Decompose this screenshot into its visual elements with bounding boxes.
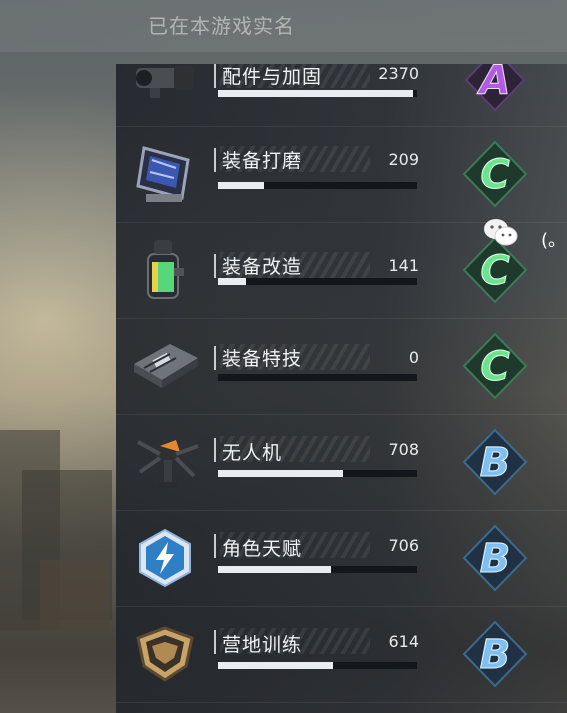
drone-icon	[130, 426, 200, 496]
label-divider	[214, 148, 216, 172]
upgrade-row[interactable]: 营地训练 614 B	[116, 606, 567, 703]
item-label: 装备特技	[222, 348, 303, 370]
label-divider	[214, 438, 216, 462]
grade-c-icon: C	[458, 138, 532, 210]
top-tip-text: 已在本游戏实名	[148, 14, 295, 38]
item-value: 614	[388, 632, 419, 651]
grade-letter: B	[480, 536, 511, 582]
item-label: 装备打磨	[222, 150, 303, 172]
grade-letter: B	[480, 632, 511, 678]
progress-bar	[218, 182, 417, 189]
upgrade-row[interactable]: 装备打磨 209 C	[116, 126, 567, 223]
camp-badge-icon	[130, 618, 200, 688]
item-value: 209	[388, 150, 419, 169]
item-label: 配件与加固	[222, 66, 323, 88]
chip-icon	[130, 330, 200, 400]
grade-letter: C	[480, 344, 509, 390]
upgrade-row[interactable]: 装备特技 0 C	[116, 318, 567, 415]
side-text: (。	[541, 230, 567, 251]
lightning-hex-icon	[130, 522, 200, 592]
grade-letter: B	[480, 440, 511, 486]
progress-fill	[218, 182, 264, 189]
label-divider	[214, 64, 216, 88]
item-value: 141	[388, 256, 419, 275]
item-value: 2370	[378, 64, 419, 83]
grade-b-icon: B	[458, 522, 532, 594]
grade-b-icon: B	[458, 426, 532, 498]
progress-bar	[218, 278, 417, 285]
progress-fill	[218, 662, 334, 669]
item-label: 装备改造	[222, 256, 303, 278]
progress-bar	[218, 374, 417, 381]
item-label: 营地训练	[222, 634, 303, 656]
canister-icon	[130, 234, 200, 304]
grade-letter: C	[480, 152, 509, 198]
label-divider	[214, 254, 216, 278]
progress-fill	[218, 278, 246, 285]
progress-fill	[218, 566, 332, 573]
progress-bar	[218, 470, 417, 477]
upgrade-row[interactable]: 角色天赋 706 B	[116, 510, 567, 607]
progress-bar	[218, 90, 417, 97]
label-divider	[214, 630, 216, 654]
scope-icon	[130, 64, 200, 112]
label-divider	[214, 346, 216, 370]
upgrade-row[interactable]: 无人机 708 B	[116, 414, 567, 511]
top-tip-banner: 已在本游戏实名	[0, 0, 567, 52]
item-value: 706	[388, 536, 419, 555]
upgrade-panel: 配件与加固 2370 A 装备打磨 209 C 装备改造 141 C 装备特技 …	[116, 64, 567, 713]
upgrade-row[interactable]: 配件与加固 2370 A	[116, 64, 567, 127]
progress-bar	[218, 662, 417, 669]
item-value: 0	[408, 348, 419, 367]
grade-a-icon: A	[458, 64, 532, 116]
progress-fill	[218, 90, 414, 97]
whetstone-icon	[130, 138, 200, 208]
grade-letter: C	[480, 248, 509, 294]
item-label: 无人机	[222, 442, 283, 464]
grade-b-icon: B	[458, 618, 532, 690]
grade-letter: A	[477, 64, 511, 104]
wechat-icon[interactable]	[482, 216, 520, 250]
label-divider	[214, 534, 216, 558]
grade-c-icon: C	[458, 330, 532, 402]
progress-fill	[218, 470, 344, 477]
progress-bar	[218, 566, 417, 573]
item-value: 708	[388, 440, 419, 459]
item-label: 角色天赋	[222, 538, 303, 560]
